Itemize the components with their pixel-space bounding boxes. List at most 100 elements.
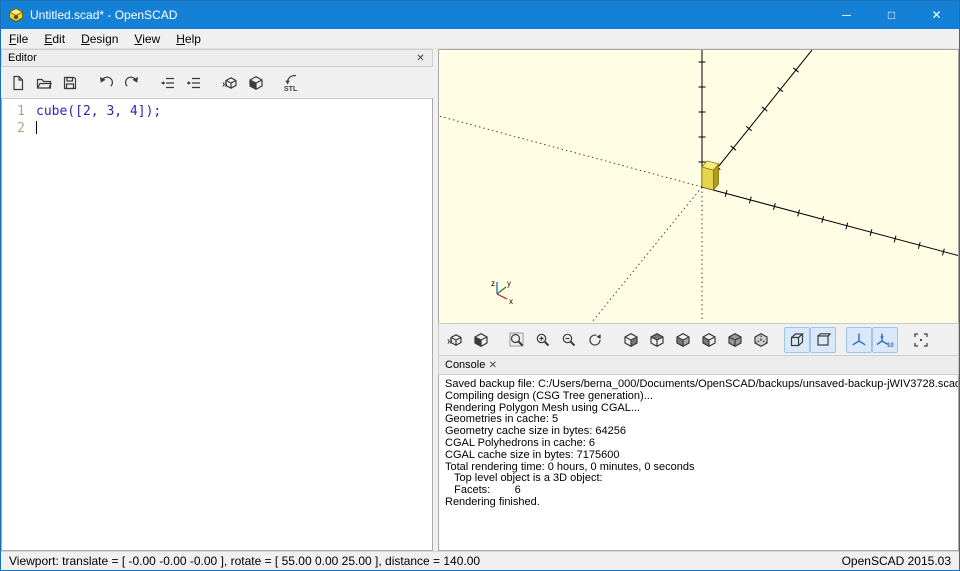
close-button[interactable]: ✕ xyxy=(914,1,959,29)
open-file-button[interactable] xyxy=(31,70,57,96)
reset-view-icon xyxy=(587,332,603,348)
new-file-button[interactable] xyxy=(5,70,31,96)
render-button-2[interactable] xyxy=(468,327,494,353)
undo-icon xyxy=(98,75,114,91)
show-axes-icon xyxy=(851,332,867,348)
title-bar: Untitled.scad* - OpenSCAD ─ □ ✕ xyxy=(1,1,959,29)
menu-view-label: View xyxy=(134,32,160,46)
show-crosshairs-button[interactable] xyxy=(908,327,934,353)
view-right-icon xyxy=(623,332,639,348)
perspective-icon xyxy=(789,332,805,348)
menu-edit-label: Edit xyxy=(44,32,65,46)
preview-button[interactable]: » xyxy=(217,70,243,96)
menu-file[interactable]: File xyxy=(1,29,36,48)
axis-y-label: y xyxy=(507,279,511,288)
svg-text:STL: STL xyxy=(284,86,298,92)
show-scale-markers-button[interactable]: 10 xyxy=(872,327,898,353)
menu-edit[interactable]: Edit xyxy=(36,29,73,48)
show-crosshairs-icon xyxy=(913,332,929,348)
preview-icon: » xyxy=(222,75,238,91)
perspective-button[interactable] xyxy=(784,327,810,353)
console-line: Compiling design (CSG Tree generation)..… xyxy=(445,391,952,403)
console-panel-header: Console ✕ xyxy=(438,355,959,375)
menu-file-label: File xyxy=(9,32,28,46)
code-line-1: cube([2, 3, 4]); xyxy=(36,103,432,120)
orthogonal-icon xyxy=(815,332,831,348)
save-button[interactable] xyxy=(57,70,83,96)
console-line: CGAL Polyhedrons in cache: 6 xyxy=(445,438,952,450)
menu-design-label: Design xyxy=(81,32,118,46)
code-editor[interactable]: 1 2 cube([2, 3, 4]); xyxy=(1,98,433,551)
view-bottom-icon xyxy=(675,332,691,348)
main-area: Editor ✕ xyxy=(1,49,959,551)
view-front-icon xyxy=(727,332,743,348)
export-stl-button[interactable]: STL xyxy=(279,70,305,96)
right-column: z y x » xyxy=(438,49,959,551)
menu-view[interactable]: View xyxy=(126,29,168,48)
rendered-cube xyxy=(702,161,719,190)
editor-close-button[interactable]: ✕ xyxy=(413,51,428,66)
save-icon xyxy=(62,75,78,91)
maximize-button[interactable]: □ xyxy=(869,1,914,29)
positive-axes xyxy=(702,50,959,256)
zoom-in-button[interactable] xyxy=(530,327,556,353)
view-left-button[interactable] xyxy=(696,327,722,353)
redo-button[interactable] xyxy=(119,70,145,96)
render-button[interactable] xyxy=(243,70,269,96)
editor-toolbar: » STL xyxy=(1,67,433,98)
minimize-button[interactable]: ─ xyxy=(824,1,869,29)
show-axes-button[interactable] xyxy=(846,327,872,353)
open-folder-icon xyxy=(36,75,52,91)
line-number: 2 xyxy=(2,120,25,137)
view-back-button[interactable] xyxy=(748,327,774,353)
undo-button[interactable] xyxy=(93,70,119,96)
svg-text:»: » xyxy=(222,79,228,90)
orthogonal-button[interactable] xyxy=(810,327,836,353)
text-caret xyxy=(36,121,37,134)
zoom-out-button[interactable] xyxy=(556,327,582,353)
view-top-button[interactable] xyxy=(644,327,670,353)
scale-ticks xyxy=(699,62,945,255)
console-line: Rendering finished. xyxy=(445,497,952,509)
console-output[interactable]: Saved backup file: C:/Users/berna_000/Do… xyxy=(438,375,959,551)
axis-z-label: z xyxy=(491,279,495,288)
unindent-button[interactable] xyxy=(155,70,181,96)
line-number-gutter: 1 2 xyxy=(2,99,32,550)
app-icon xyxy=(8,7,24,23)
view-left-icon xyxy=(701,332,717,348)
openscad-window: Untitled.scad* - OpenSCAD ─ □ ✕ File Edi… xyxy=(0,0,960,571)
indent-icon xyxy=(186,75,202,91)
view-right-button[interactable] xyxy=(618,327,644,353)
editor-panel-header: Editor ✕ xyxy=(1,49,433,67)
status-bar: Viewport: translate = [ -0.00 -0.00 -0.0… xyxy=(1,551,959,570)
code-line-2 xyxy=(36,120,432,137)
view-toolbar: » xyxy=(438,323,959,355)
unindent-icon xyxy=(160,75,176,91)
svg-text:10: 10 xyxy=(887,343,894,348)
indent-button[interactable] xyxy=(181,70,207,96)
editor-panel-title: Editor xyxy=(8,52,413,64)
console-line: CGAL cache size in bytes: 7175600 xyxy=(445,450,952,462)
render-icon xyxy=(248,75,264,91)
preview-button-2[interactable]: » xyxy=(442,327,468,353)
zoom-all-button[interactable] xyxy=(504,327,530,353)
show-scale-markers-icon: 10 xyxy=(876,332,894,348)
menu-bar: File Edit Design View Help xyxy=(1,29,959,49)
view-back-icon xyxy=(753,332,769,348)
menu-design[interactable]: Design xyxy=(73,29,126,48)
3d-viewport[interactable]: z y x xyxy=(438,49,959,323)
zoom-out-icon xyxy=(561,332,577,348)
preview-icon: » xyxy=(447,332,463,348)
svg-text:»: » xyxy=(447,336,453,347)
render-icon xyxy=(473,332,489,348)
console-line: Top level object is a 3D object: xyxy=(445,473,952,485)
viewport-status-text: Viewport: translate = [ -0.00 -0.00 -0.0… xyxy=(9,554,480,568)
view-front-button[interactable] xyxy=(722,327,748,353)
view-bottom-button[interactable] xyxy=(670,327,696,353)
new-file-icon xyxy=(10,75,26,91)
window-title: Untitled.scad* - OpenSCAD xyxy=(30,8,824,22)
reset-view-button[interactable] xyxy=(582,327,608,353)
line-number: 1 xyxy=(2,103,25,120)
menu-help[interactable]: Help xyxy=(168,29,209,48)
console-close-button[interactable]: ✕ xyxy=(485,358,500,373)
